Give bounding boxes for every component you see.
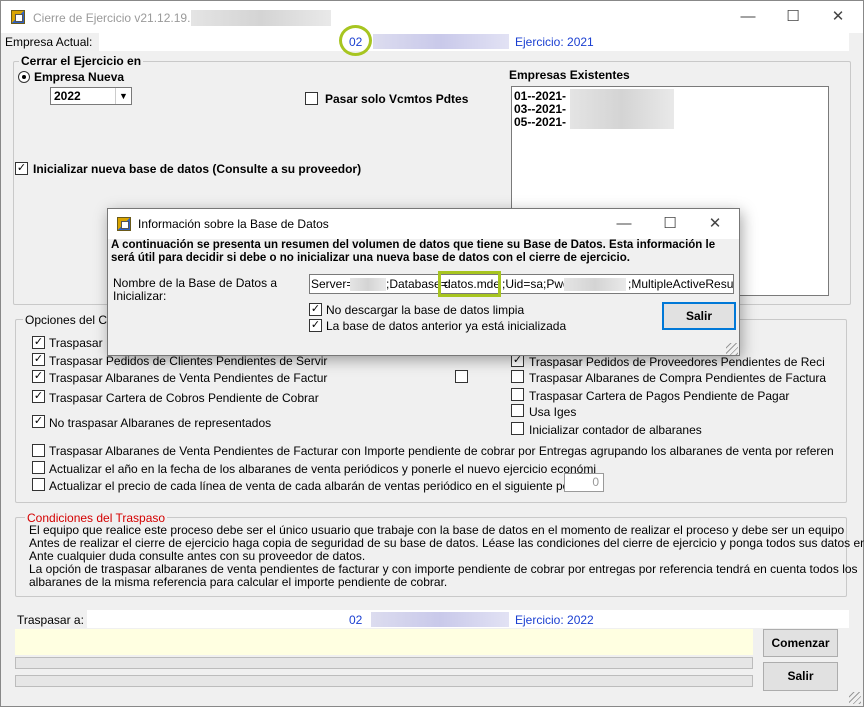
comenzar-button[interactable]: Comenzar [763, 629, 838, 657]
list-item[interactable]: 03--2021- [514, 102, 566, 116]
redacted-pwd [564, 278, 626, 291]
redacted-server [350, 278, 386, 291]
dialog-intro-line1: A continuación se presenta un resumen de… [111, 239, 716, 251]
empresas-existentes-title: Empresas Existentes [509, 68, 630, 82]
dialog-app-icon [117, 217, 131, 231]
minimize-button[interactable]: — [725, 2, 771, 32]
title-bar[interactable]: Cierre de Ejercicio v21.12.19.1 — ☐ ✕ [1, 1, 863, 33]
no-descargar-checkbox[interactable]: ✓ [309, 303, 322, 316]
opciones-legend: Opciones del Cie [23, 313, 119, 327]
empresa-actual-ejercicio: Ejercicio: 2021 [515, 35, 594, 49]
opcion-left-2-label: Traspasar Albaranes de Venta Pendientes … [49, 371, 328, 385]
inicializar-bd-label: Inicializar nueva base de datos (Consult… [33, 162, 362, 176]
maximize-button[interactable]: ☐ [770, 2, 816, 32]
nombre-bd-label-1: Nombre de la Base de Datos a [113, 276, 278, 290]
porcentaje-input[interactable]: 0 [564, 473, 604, 492]
close-button[interactable]: ✕ [815, 2, 861, 32]
opcion-wide-1-label: Actualizar el año en la fecha de los alb… [49, 462, 597, 476]
traspasar-ejercicio: Ejercicio: 2022 [515, 613, 594, 627]
info-dialog: Información sobre la Base de Datos — ☐ ✕… [107, 208, 740, 356]
opcion-left-0-checkbox[interactable]: ✓ [32, 336, 45, 349]
redacted-title [191, 10, 331, 26]
opcion-left-3-label: Traspasar Cartera de Cobros Pendiente de… [49, 391, 319, 405]
opcion-right-2-label: Traspasar Cartera de Pagos Pendiente de … [529, 389, 790, 403]
opcion-right-2-checkbox[interactable] [511, 388, 524, 401]
year-select-value: 2022 [54, 89, 81, 103]
dialog-salir-button[interactable]: Salir [662, 302, 736, 330]
cerrar-ejercicio-legend: Cerrar el Ejercicio en [19, 54, 144, 68]
opcion-wide-0-checkbox[interactable] [32, 444, 45, 457]
opcion-left-4-label: No traspasar Albaranes de representados [49, 416, 272, 430]
opcion-extra-checkbox[interactable] [455, 370, 468, 383]
opcion-right-1-label: Traspasar Albaranes de Compra Pendientes… [529, 371, 827, 385]
opcion-left-4-checkbox[interactable]: ✓ [32, 415, 45, 428]
conn-rest: ;MultipleActiveResultSe [628, 277, 734, 291]
nombre-bd-label-2: Inicializar: [113, 289, 167, 303]
opcion-right-0-label: Traspasar Pedidos de Proveedores Pendien… [529, 355, 825, 369]
dialog-intro-line2: será útil para decidir si debe o no inic… [111, 252, 630, 264]
opcion-right-4-label: Inicializar contador de albaranes [529, 423, 702, 437]
list-item[interactable]: 05--2021- [514, 115, 566, 129]
redacted-list-names [570, 89, 674, 129]
opcion-right-3-label: Usa Iges [529, 405, 577, 419]
opcion-left-1-checkbox[interactable]: ✓ [32, 353, 45, 366]
ya-inicializada-checkbox[interactable]: ✓ [309, 319, 322, 332]
condicion-line: albaranes de la misma referencia para ca… [29, 575, 448, 589]
pasar-vcmtos-label: Pasar solo Vcmtos Pdtes [325, 92, 469, 106]
highlight-dbname [438, 271, 501, 297]
redacted-traspasar-name [371, 612, 509, 627]
status-panel [15, 629, 753, 655]
traspasar-label: Traspasar a: [17, 613, 84, 627]
opcion-wide-0-label: Traspasar Albaranes de Venta Pendientes … [49, 444, 834, 458]
opcion-left-2-checkbox[interactable]: ✓ [32, 370, 45, 383]
main-window: Cierre de Ejercicio v21.12.19.1 — ☐ ✕ Em… [0, 0, 864, 707]
opcion-left-1-label: Traspasar Pedidos de Clientes Pendientes… [49, 354, 328, 368]
highlight-circle [339, 25, 372, 56]
opcion-left-3-checkbox[interactable]: ✓ [32, 390, 45, 403]
empresa-nueva-label: Empresa Nueva [34, 70, 125, 84]
chevron-down-icon: ▼ [115, 88, 131, 104]
opcion-right-4-checkbox[interactable] [511, 422, 524, 435]
inicializar-bd-checkbox[interactable]: ✓ [15, 162, 28, 175]
dialog-minimize-button[interactable]: — [601, 209, 647, 239]
connection-string-input[interactable]: Server= ;Database= datos.mde ;Uid=sa;Pwd… [309, 274, 734, 294]
opcion-wide-2-label: Actualizar el precio de cada línea de ve… [49, 479, 587, 493]
traspasar-code: 02 [349, 613, 363, 627]
dialog-title-bar[interactable]: Información sobre la Base de Datos — ☐ ✕ [108, 209, 739, 239]
no-descargar-label: No descargar la base de datos limpia [326, 303, 525, 317]
year-select[interactable]: 2022 ▼ [50, 87, 132, 105]
conn-server: Server= [311, 277, 354, 291]
dialog-maximize-button[interactable]: ☐ [647, 209, 693, 239]
empresa-nueva-radio[interactable] [18, 71, 30, 83]
dialog-title: Información sobre la Base de Datos [138, 217, 329, 231]
app-icon [11, 10, 25, 24]
progress-bar-1 [15, 657, 753, 669]
dialog-close-button[interactable]: ✕ [692, 209, 738, 239]
opcion-right-3-checkbox[interactable] [511, 404, 524, 417]
dialog-resize-grip-icon[interactable] [726, 343, 738, 355]
pasar-vcmtos-checkbox[interactable] [305, 92, 318, 105]
empresa-actual-label: Empresa Actual: [5, 35, 93, 49]
ya-inicializada-label: La base de datos anterior ya está inicia… [326, 319, 567, 333]
resize-grip-icon[interactable] [849, 692, 861, 704]
salir-button[interactable]: Salir [763, 662, 838, 691]
list-item[interactable]: 01--2021- [514, 89, 566, 103]
progress-bar-2 [15, 675, 753, 687]
opcion-right-1-checkbox[interactable] [511, 370, 524, 383]
opcion-wide-2-checkbox[interactable] [32, 478, 45, 491]
opcion-left-0-label: Traspasar I [49, 336, 110, 350]
window-title: Cierre de Ejercicio v21.12.19.1 [33, 11, 198, 25]
opcion-wide-1-checkbox[interactable] [32, 461, 45, 474]
redacted-empresa-name [373, 34, 509, 49]
